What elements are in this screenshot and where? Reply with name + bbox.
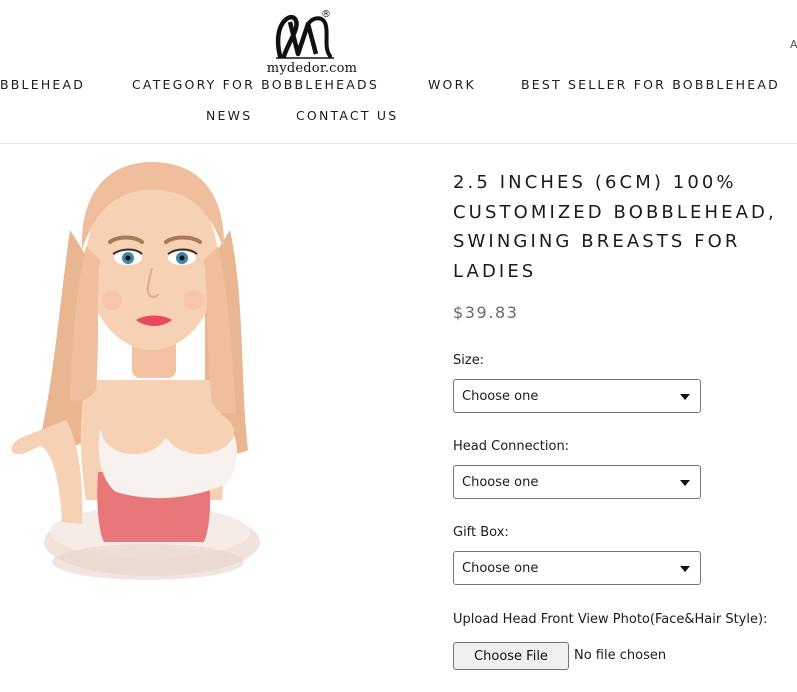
size-select-value: Choose one [462,389,539,404]
nav-item-best-seller[interactable]: BEST SELLER FOR BOBBLEHEAD [521,77,780,92]
nav-item-bobblehead[interactable]: BBLEHEAD [0,77,85,92]
gift-box-label: Gift Box: [453,525,509,540]
upload-label: Upload Head Front View Photo(Face&Hair S… [453,612,768,627]
choose-file-button[interactable]: Choose File [453,642,569,670]
head-connection-select-value: Choose one [462,475,539,490]
bobblehead-figure-image[interactable] [0,150,280,590]
head-connection-label: Head Connection: [453,439,570,454]
product-info: 2.5 INCHES (6CM) 100% CUSTOMIZED BOBBLEH… [453,168,797,286]
nav-item-news[interactable]: NEWS [206,108,252,123]
dropdown-arrow-icon [680,480,690,486]
site-header: ® mydedor.com BBLEHEAD CATEGORY FOR BOBB… [0,0,797,144]
size-select[interactable]: Choose one [453,379,701,413]
nav-item-work[interactable]: WORK [428,77,476,92]
head-connection-select[interactable]: Choose one [453,465,701,499]
product-title: 2.5 INCHES (6CM) 100% CUSTOMIZED BOBBLEH… [453,172,777,282]
size-label: Size: [453,353,485,368]
dropdown-arrow-icon [680,394,690,400]
dropdown-arrow-icon [680,566,690,572]
nav-item-contact[interactable]: CONTACT US [296,108,398,123]
registered-mark: ® [321,9,331,20]
header-corner-text[interactable]: A [790,38,797,51]
gift-box-select[interactable]: Choose one [453,551,701,585]
nav-item-category[interactable]: CATEGORY FOR BOBBLEHEADS [132,77,379,92]
product-price: $39.83 [453,303,519,322]
brand-name: mydedor.com [266,61,358,76]
gift-box-select-value: Choose one [462,561,539,576]
file-status: No file chosen [574,648,667,663]
